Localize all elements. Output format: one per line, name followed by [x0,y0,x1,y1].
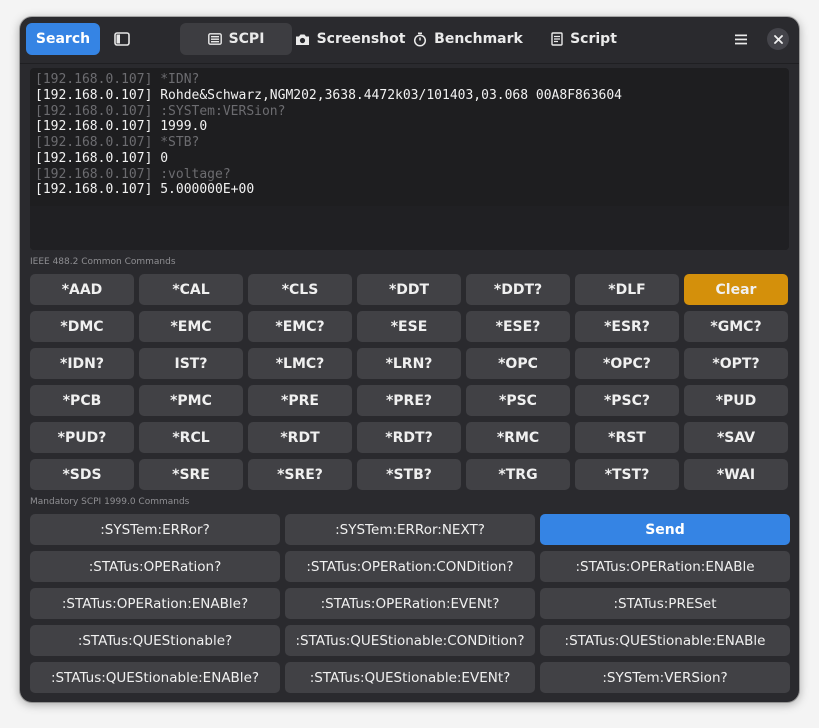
console-command-line: [192.168.0.107] *IDN? [35,72,200,87]
ieee-cmd-button-idn-query[interactable]: *IDN? [30,348,134,379]
ieee-cmd-button-rst[interactable]: *RST [575,422,679,453]
scpi-cmd-button-status-questionable-event-query[interactable]: :STATus:QUEStionable:EVENt? [285,662,535,693]
console-empty-area [30,206,789,250]
close-icon [773,34,783,44]
ieee-cmd-button-dlf[interactable]: *DLF [575,274,679,305]
console-command-line: [192.168.0.107] :voltage? [35,166,231,182]
ieee-cmd-button-psc[interactable]: *PSC [466,385,570,416]
console-output[interactable]: [192.168.0.107] *IDN? [192.168.0.107] Roh… [30,68,789,250]
ieee-cmd-button-aad[interactable]: *AAD [30,274,134,305]
ieee-command-grid: *AAD *CAL *CLS *DDT *DDT? *DLF Clear *DMC *EMC *E… [30,274,789,490]
camera-icon [295,34,309,45]
tab-benchmark[interactable]: Benchmark [414,23,523,55]
scpi-cmd-button-status-operation-enable-query[interactable]: :STATus:OPERation:ENABle? [30,588,280,619]
ieee-cmd-button-sav[interactable]: *SAV [684,422,788,453]
ieee-cmd-button-pmc[interactable]: *PMC [139,385,243,416]
ieee-cmd-button-opc[interactable]: *OPC [466,348,570,379]
ieee-cmd-button-ddt-query[interactable]: *DDT? [466,274,570,305]
scpi-cmd-button-status-questionable-enable-query[interactable]: :STATus:QUEStionable:ENABle? [30,662,280,693]
ieee-cmd-button-emc-query[interactable]: *EMC? [248,311,352,342]
scpi-command-grid: :SYSTem:ERRor?:SYSTem:ERRor:NEXT? Send:ST… [30,514,790,693]
stopwatch-icon [414,32,427,47]
hamburger-menu-icon [735,34,747,44]
scpi-cmd-button-status-questionable-enable[interactable]: :STATus:QUEStionable:ENABle [540,625,790,656]
scpi-cmd-button-status-operation-condition-query[interactable]: :STATus:OPERation:CONDition? [285,551,535,582]
sidebar-toggle-button[interactable] [106,23,138,55]
scpi-section-label: Mandatory SCPI 1999.0 Commands [30,497,190,507]
console-command-line: [192.168.0.107] :SYSTem:VERSion? [35,103,286,119]
tab-screenshot-label: Screenshot [316,31,406,47]
ieee-cmd-button-stb-query[interactable]: *STB? [357,459,461,490]
ieee-cmd-button-ddt[interactable]: *DDT [357,274,461,305]
ieee-cmd-button-esr-query[interactable]: *ESR? [575,311,679,342]
search-button[interactable]: Search [26,23,100,55]
ieee-section-label: IEEE 488.2 Common Commands [30,257,176,267]
console-lines: [192.168.0.107] *IDN? [192.168.0.107] Roh… [30,68,789,198]
send-button[interactable]: Send [540,514,790,545]
main-menu-button[interactable] [726,24,756,54]
ieee-cmd-button-sds[interactable]: *SDS [30,459,134,490]
header-bar: Search SCPI Screenshot Benchmark Script [20,17,799,64]
ieee-cmd-button-tst-query[interactable]: *TST? [575,459,679,490]
scpi-cmd-button-system-version-query[interactable]: :SYSTem:VERSion? [540,662,790,693]
ieee-cmd-button-ist-query[interactable]: IST? [139,348,243,379]
ieee-cmd-button-lmc-query[interactable]: *LMC? [248,348,352,379]
scpi-cmd-button-system-error-next-query[interactable]: :SYSTem:ERRor:NEXT? [285,514,535,545]
ieee-cmd-button-dmc[interactable]: *DMC [30,311,134,342]
ieee-cmd-button-gmc-query[interactable]: *GMC? [684,311,788,342]
ieee-cmd-button-pre-query[interactable]: *PRE? [357,385,461,416]
tab-script[interactable]: Script [544,23,624,55]
ieee-cmd-button-cal[interactable]: *CAL [139,274,243,305]
console-command-line: [192.168.0.107] *STB? [35,135,200,150]
scpi-cmd-button-system-error-query[interactable]: :SYSTem:ERRor? [30,514,280,545]
ieee-cmd-button-pre[interactable]: *PRE [248,385,352,416]
scpi-cmd-button-status-questionable-query[interactable]: :STATus:QUEStionable? [30,625,280,656]
tab-screenshot[interactable]: Screenshot [295,23,405,55]
ieee-cmd-button-cls[interactable]: *CLS [248,274,352,305]
console-response-line: [192.168.0.107] 5.000000E+00 [35,182,255,198]
ieee-cmd-button-opc-query[interactable]: *OPC? [575,348,679,379]
ieee-cmd-button-sre[interactable]: *SRE [139,459,243,490]
app-window: Search SCPI Screenshot Benchmark Script … [20,17,799,702]
document-icon [551,32,563,46]
ieee-cmd-button-ese[interactable]: *ESE [357,311,461,342]
tab-scpi[interactable]: SCPI [180,23,292,55]
ieee-cmd-button-rdt-query[interactable]: *RDT? [357,422,461,453]
clear-button[interactable]: Clear [684,274,788,305]
ieee-cmd-button-wai[interactable]: *WAI [684,459,788,490]
tab-benchmark-label: Benchmark [434,31,523,47]
ieee-cmd-button-pcb[interactable]: *PCB [30,385,134,416]
scpi-cmd-button-status-questionable-condition-query[interactable]: :STATus:QUEStionable:CONDition? [285,625,535,656]
console-response-line: [192.168.0.107] 0 [35,150,169,166]
ieee-cmd-button-opt-query[interactable]: *OPT? [684,348,788,379]
tab-scpi-label: SCPI [228,31,265,47]
ieee-cmd-button-trg[interactable]: *TRG [466,459,570,490]
ieee-cmd-button-emc[interactable]: *EMC [139,311,243,342]
console-response-line: [192.168.0.107] 1999.0 [35,119,208,135]
ieee-cmd-button-pud[interactable]: *PUD [684,385,788,416]
scpi-cmd-button-status-operation-event-query[interactable]: :STATus:OPERation:EVENt? [285,588,535,619]
close-window-button[interactable] [767,28,789,50]
ieee-cmd-button-rcl[interactable]: *RCL [139,422,243,453]
console-response-line: [192.168.0.107] Rohde&Schwarz,NGM202,363… [35,87,622,103]
scpi-cmd-button-status-preset[interactable]: :STATus:PRESet [540,588,790,619]
ieee-cmd-button-rmc[interactable]: *RMC [466,422,570,453]
ieee-cmd-button-lrn-query[interactable]: *LRN? [357,348,461,379]
scpi-cmd-button-status-operation-query[interactable]: :STATus:OPERation? [30,551,280,582]
ieee-cmd-button-psc-query[interactable]: *PSC? [575,385,679,416]
ieee-cmd-button-ese-query[interactable]: *ESE? [466,311,570,342]
scpi-cmd-button-status-operation-enable[interactable]: :STATus:OPERation:ENABle [540,551,790,582]
keyboard-icon [207,33,222,45]
sidebar-icon [114,32,130,46]
tab-script-label: Script [570,31,617,47]
ieee-cmd-button-pud-query[interactable]: *PUD? [30,422,134,453]
ieee-cmd-button-rdt[interactable]: *RDT [248,422,352,453]
ieee-cmd-button-sre-query[interactable]: *SRE? [248,459,352,490]
